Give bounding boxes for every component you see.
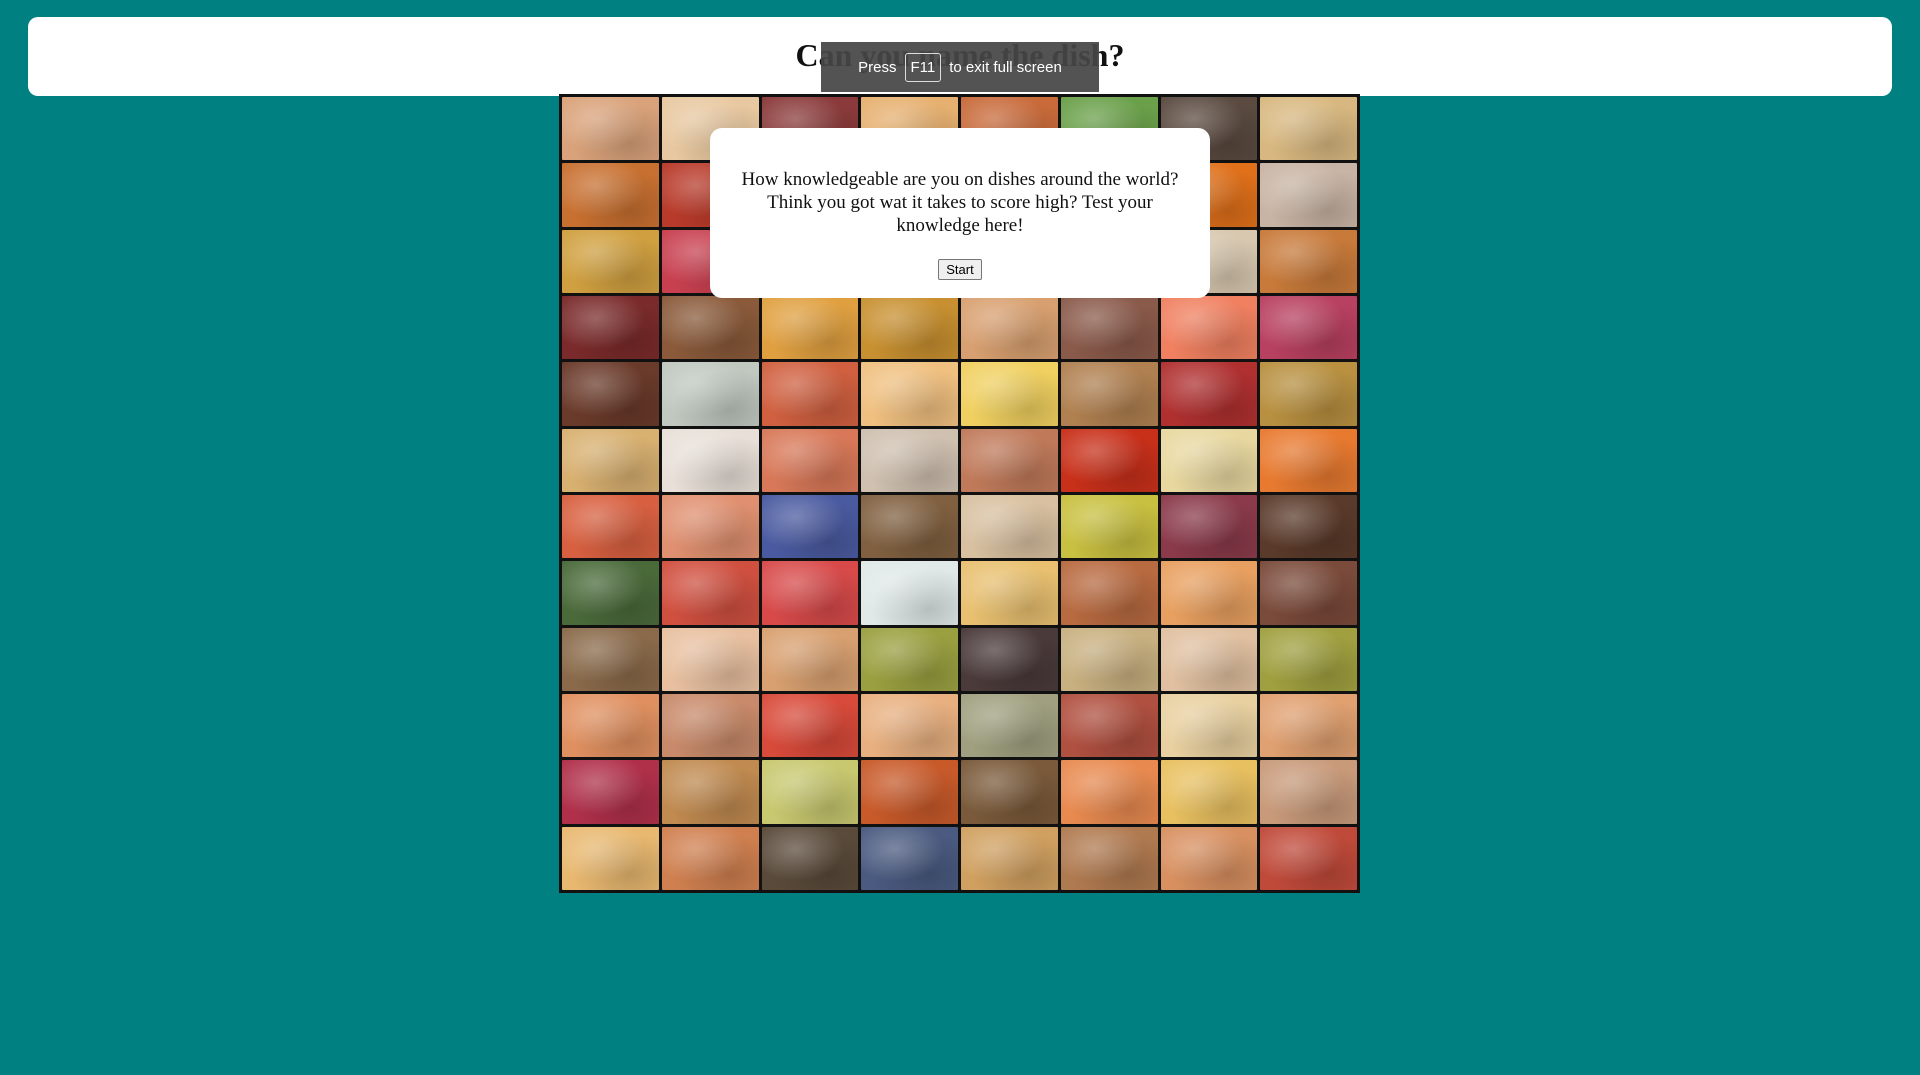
food-image-tile xyxy=(861,428,958,492)
food-image-tile xyxy=(1160,295,1258,360)
f11-key-badge: F11 xyxy=(904,52,942,82)
food-image-tile xyxy=(1260,627,1357,691)
food-image-tile xyxy=(562,295,659,360)
food-image-tile xyxy=(761,494,859,559)
food-image-tile xyxy=(562,693,659,758)
food-image-tile xyxy=(562,362,659,426)
start-button[interactable]: Start xyxy=(938,259,982,280)
food-image-tile xyxy=(861,760,958,824)
food-image-tile xyxy=(961,627,1058,691)
food-image-tile xyxy=(562,826,659,890)
food-image-tile xyxy=(961,561,1058,625)
food-image-tile xyxy=(961,362,1058,426)
food-image-tile xyxy=(661,561,759,625)
food-image-tile xyxy=(562,428,659,492)
intro-text: How knowledgeable are you on dishes arou… xyxy=(741,169,1179,236)
food-image-tile xyxy=(961,693,1058,758)
food-image-tile xyxy=(861,693,958,758)
food-image-tile xyxy=(1060,627,1158,691)
food-image-tile xyxy=(1260,295,1357,360)
food-image-tile xyxy=(1060,362,1158,426)
food-image-tile xyxy=(1060,494,1158,559)
food-image-tile xyxy=(562,229,659,293)
food-image-tile xyxy=(1260,362,1357,426)
food-image-tile xyxy=(562,627,659,691)
food-image-tile xyxy=(1060,693,1158,758)
food-image-tile xyxy=(1160,627,1258,691)
fullscreen-notice-suffix: to exit full screen xyxy=(949,58,1062,76)
food-image-tile xyxy=(1260,826,1357,890)
fullscreen-notice-prefix: Press xyxy=(858,58,897,76)
food-image-tile xyxy=(1260,693,1357,758)
food-image-tile xyxy=(1260,760,1357,824)
food-image-tile xyxy=(1260,97,1357,161)
food-image-tile xyxy=(1260,428,1357,492)
food-image-tile xyxy=(1160,494,1258,559)
food-image-tile xyxy=(1060,428,1158,492)
food-image-tile xyxy=(661,627,759,691)
fullscreen-notice: Press F11 to exit full screen xyxy=(821,42,1099,92)
food-image-tile xyxy=(861,826,958,890)
food-image-tile xyxy=(1160,362,1258,426)
food-image-tile xyxy=(562,561,659,625)
food-image-tile xyxy=(761,295,859,360)
food-image-tile xyxy=(761,362,859,426)
food-image-tile xyxy=(1260,229,1357,293)
food-image-tile xyxy=(1160,826,1258,890)
intro-modal: How knowledgeable are you on dishes arou… xyxy=(710,128,1210,298)
food-image-tile xyxy=(961,826,1058,890)
food-image-tile xyxy=(961,428,1058,492)
food-image-tile xyxy=(661,693,759,758)
food-image-tile xyxy=(861,627,958,691)
food-image-tile xyxy=(1060,760,1158,824)
food-image-tile xyxy=(1260,561,1357,625)
food-image-tile xyxy=(761,760,859,824)
food-image-tile xyxy=(1160,561,1258,625)
food-image-tile xyxy=(1060,295,1158,360)
food-image-tile xyxy=(861,295,958,360)
food-image-tile xyxy=(1160,693,1258,758)
food-image-tile xyxy=(562,97,659,161)
food-image-tile xyxy=(1160,760,1258,824)
food-image-tile xyxy=(661,428,759,492)
food-image-tile xyxy=(1260,494,1357,559)
food-image-tile xyxy=(761,826,859,890)
food-image-tile xyxy=(562,760,659,824)
food-image-tile xyxy=(661,760,759,824)
food-image-tile xyxy=(761,428,859,492)
food-image-tile xyxy=(761,627,859,691)
food-image-tile xyxy=(661,295,759,360)
food-image-tile xyxy=(961,295,1058,360)
food-image-tile xyxy=(1260,163,1357,227)
food-image-tile xyxy=(761,693,859,758)
food-image-tile xyxy=(1060,561,1158,625)
food-image-tile xyxy=(861,561,958,625)
food-image-tile xyxy=(1160,428,1258,492)
food-image-tile xyxy=(861,494,958,559)
food-image-tile xyxy=(1060,826,1158,890)
food-image-tile xyxy=(661,362,759,426)
food-image-tile xyxy=(961,494,1058,559)
food-image-tile xyxy=(562,163,659,227)
food-image-tile xyxy=(961,760,1058,824)
food-image-tile xyxy=(661,826,759,890)
food-image-tile xyxy=(562,494,659,559)
food-image-tile xyxy=(861,362,958,426)
food-image-tile xyxy=(661,494,759,559)
food-image-tile xyxy=(761,561,859,625)
